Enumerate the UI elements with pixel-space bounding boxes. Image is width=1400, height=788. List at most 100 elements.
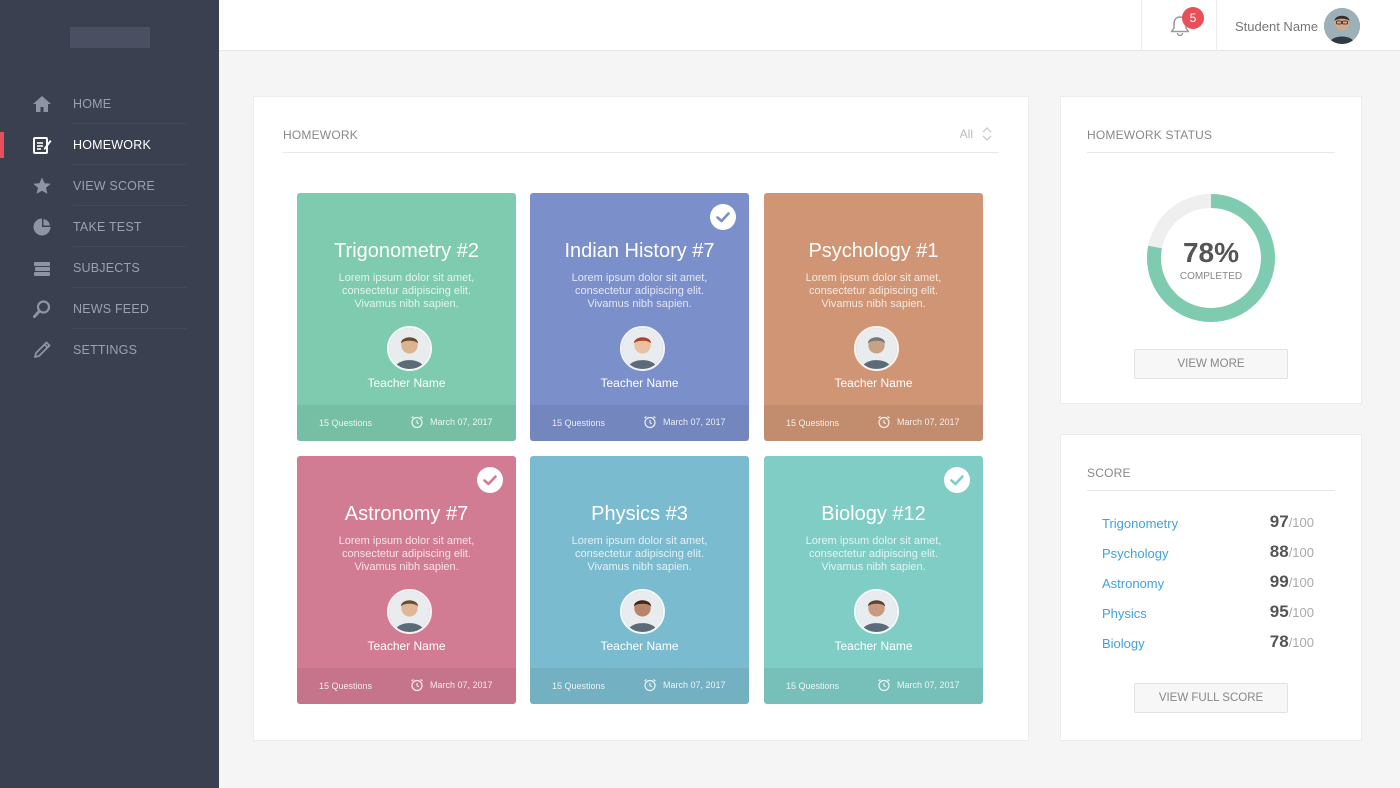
- score-value: 95/100: [1270, 602, 1314, 622]
- teacher-avatar: [854, 589, 899, 634]
- score-row: Trigonometry 97/100: [1102, 512, 1314, 534]
- homework-card[interactable]: Psychology #1 Lorem ipsum dolor sit amet,…: [764, 193, 983, 441]
- card-title: Psychology #1: [808, 240, 939, 262]
- homework-card[interactable]: Astronomy #7 Lorem ipsum dolor sit amet, …: [297, 456, 516, 704]
- check-icon: [477, 467, 503, 493]
- score-row: Psychology 88/100: [1102, 542, 1314, 564]
- score-subject-link[interactable]: Physics: [1102, 606, 1147, 621]
- card-footer: 15 Questions March 07, 2017: [530, 405, 749, 441]
- homework-card[interactable]: Trigonometry #2 Lorem ipsum dolor sit ame…: [297, 193, 516, 441]
- teacher-name: Teacher Name: [367, 639, 446, 653]
- question-count: 15 Questions: [319, 418, 373, 428]
- alarm-clock-icon: [410, 678, 424, 692]
- star-icon: [32, 176, 52, 196]
- alarm-clock-icon: [877, 678, 891, 692]
- card-title: Astronomy #7: [344, 503, 469, 525]
- card-footer: 15 Questions March 07, 2017: [530, 668, 749, 704]
- score-max: /100: [1288, 605, 1314, 620]
- filter-value: All: [959, 127, 973, 141]
- sidebar: HOME HOMEWORK VIEW SCORE TAKE TEST SUBJE…: [0, 0, 219, 788]
- divider: [1087, 152, 1335, 153]
- sidebar-item-settings[interactable]: SETTINGS: [0, 329, 219, 370]
- score-value: 78/100: [1270, 632, 1314, 652]
- sidebar-item-view-score[interactable]: VIEW SCORE: [0, 165, 219, 206]
- score-max: /100: [1288, 635, 1314, 650]
- score-panel: SCORE Trigonometry 97/100 Psychology 88/100…: [1060, 434, 1362, 741]
- score-value: 99/100: [1270, 572, 1314, 592]
- teacher-name: Teacher Name: [834, 376, 913, 390]
- home-icon: [32, 94, 52, 114]
- books-icon: [32, 258, 52, 278]
- panel-title: SCORE: [1087, 466, 1131, 480]
- question-count: 15 Questions: [552, 418, 606, 428]
- question-count: 15 Questions: [786, 681, 840, 691]
- due-date: March 07, 2017: [897, 417, 960, 427]
- view-more-button[interactable]: VIEW MORE: [1134, 349, 1288, 379]
- score-subject-link[interactable]: Trigonometry: [1102, 516, 1178, 531]
- check-icon: [710, 204, 736, 230]
- due-date: March 07, 2017: [663, 417, 726, 427]
- score-max: /100: [1288, 515, 1314, 530]
- divider: [283, 152, 999, 153]
- pencil-icon: [32, 340, 52, 360]
- top-bar: 5 Student Name: [219, 0, 1400, 51]
- filter-select[interactable]: All: [960, 125, 993, 143]
- due-date: March 07, 2017: [430, 417, 493, 427]
- homework-status-panel: HOMEWORK STATUS 78% COMPLETED VIEW MORE: [1060, 96, 1362, 404]
- active-indicator: [0, 132, 4, 158]
- student-name[interactable]: Student Name: [1235, 19, 1318, 34]
- sort-icon: [982, 127, 992, 141]
- sidebar-item-home[interactable]: HOME: [0, 83, 219, 124]
- homework-panel: HOMEWORK All Trigonometry #2 Lorem ipsum …: [253, 96, 1029, 741]
- sidebar-item-label: SUBJECTS: [73, 260, 140, 275]
- card-footer: 15 Questions March 07, 2017: [764, 405, 983, 441]
- score-subject-link[interactable]: Psychology: [1102, 546, 1168, 561]
- card-description: Lorem ipsum dolor sit amet, consectetur …: [338, 272, 475, 310]
- view-full-score-button[interactable]: VIEW FULL SCORE: [1134, 683, 1288, 713]
- notification-badge: 5: [1182, 7, 1204, 29]
- homework-card[interactable]: Physics #3 Lorem ipsum dolor sit amet, co…: [530, 456, 749, 704]
- sidebar-item-label: VIEW SCORE: [73, 178, 155, 193]
- sidebar-item-label: TAKE TEST: [73, 219, 142, 234]
- card-description: Lorem ipsum dolor sit amet, consectetur …: [805, 535, 942, 573]
- alarm-clock-icon: [877, 415, 891, 429]
- divider: [1087, 490, 1335, 491]
- card-description: Lorem ipsum dolor sit amet, consectetur …: [571, 535, 708, 573]
- logo[interactable]: [70, 27, 150, 48]
- score-subject-link[interactable]: Biology: [1102, 636, 1145, 651]
- due-date: March 07, 2017: [897, 680, 960, 690]
- pie-icon: [32, 217, 52, 237]
- teacher-avatar: [387, 589, 432, 634]
- score-subject-link[interactable]: Astronomy: [1102, 576, 1164, 591]
- alarm-clock-icon: [643, 678, 657, 692]
- homework-card[interactable]: Biology #12 Lorem ipsum dolor sit amet, c…: [764, 456, 983, 704]
- notifications-button[interactable]: 5: [1141, 0, 1217, 51]
- card-title: Indian History #7: [564, 240, 715, 262]
- score-value: 88/100: [1270, 542, 1314, 562]
- sidebar-item-subjects[interactable]: SUBJECTS: [0, 247, 219, 288]
- score-max: /100: [1288, 545, 1314, 560]
- card-description: Lorem ipsum dolor sit amet, consectetur …: [805, 272, 942, 310]
- score-number: 95: [1269, 602, 1289, 621]
- alarm-clock-icon: [643, 415, 657, 429]
- teacher-name: Teacher Name: [600, 639, 679, 653]
- homework-icon: [32, 135, 52, 155]
- teacher-avatar: [620, 326, 665, 371]
- teacher-name: Teacher Name: [367, 376, 446, 390]
- panel-title: HOMEWORK STATUS: [1087, 128, 1213, 142]
- sidebar-item-homework[interactable]: HOMEWORK: [0, 124, 219, 165]
- completion-percent: 78%: [1182, 237, 1240, 268]
- question-count: 15 Questions: [786, 418, 840, 428]
- sidebar-item-label: HOME: [73, 96, 112, 111]
- sidebar-item-take-test[interactable]: TAKE TEST: [0, 206, 219, 247]
- sidebar-item-news-feed[interactable]: NEWS FEED: [0, 288, 219, 329]
- score-max: /100: [1288, 575, 1314, 590]
- teacher-name: Teacher Name: [834, 639, 913, 653]
- alarm-clock-icon: [410, 415, 424, 429]
- score-number: 78: [1269, 632, 1289, 651]
- score-value: 97/100: [1270, 512, 1314, 532]
- avatar[interactable]: [1324, 8, 1360, 44]
- homework-card[interactable]: Indian History #7 Lorem ipsum dolor sit a…: [530, 193, 749, 441]
- teacher-avatar: [387, 326, 432, 371]
- sidebar-item-label: HOMEWORK: [73, 137, 151, 152]
